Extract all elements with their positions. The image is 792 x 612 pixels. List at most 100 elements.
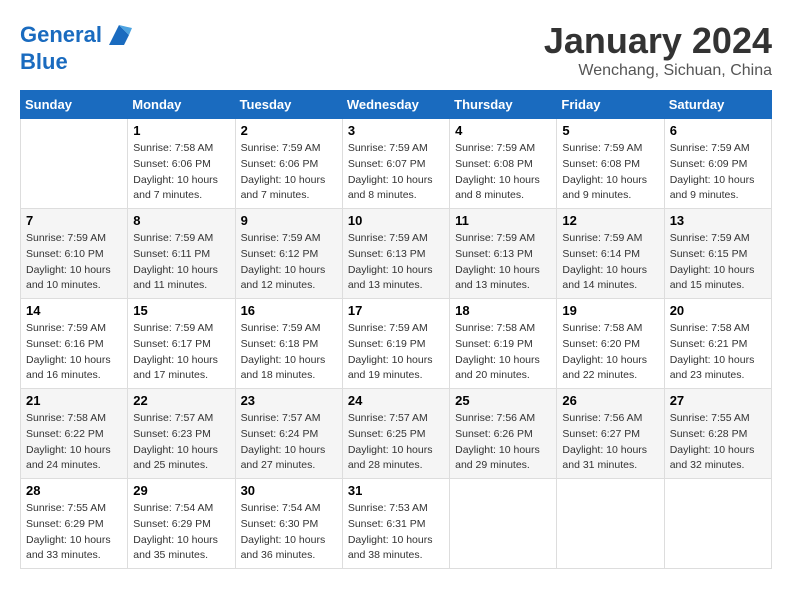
day-number: 2 [241, 123, 337, 138]
header-row: SundayMondayTuesdayWednesdayThursdayFrid… [21, 91, 772, 119]
day-number: 30 [241, 483, 337, 498]
day-number: 1 [133, 123, 229, 138]
logo-icon [104, 20, 134, 50]
calendar-cell: 8Sunrise: 7:59 AMSunset: 6:11 PMDaylight… [128, 209, 235, 299]
day-detail: Sunrise: 7:54 AMSunset: 6:30 PMDaylight:… [241, 501, 337, 564]
calendar-cell: 29Sunrise: 7:54 AMSunset: 6:29 PMDayligh… [128, 479, 235, 569]
calendar-cell: 5Sunrise: 7:59 AMSunset: 6:08 PMDaylight… [557, 119, 664, 209]
day-detail: Sunrise: 7:58 AMSunset: 6:22 PMDaylight:… [26, 411, 122, 474]
location: Wenchang, Sichuan, China [544, 62, 772, 80]
weekday-header: Friday [557, 91, 664, 119]
day-number: 31 [348, 483, 444, 498]
calendar-cell: 10 Sunrise: 7:59 AMSunset: 6:13 PMDayligh… [342, 209, 449, 299]
calendar-cell: 12 Sunrise: 7:59 AMSunset: 6:14 PMDayligh… [557, 209, 664, 299]
calendar-cell: 25 Sunrise: 7:56 AMSunset: 6:26 PMDayligh… [450, 389, 557, 479]
day-number: 14 [26, 303, 122, 318]
weekday-header: Tuesday [235, 91, 342, 119]
day-detail: Sunrise: 7:59 AMSunset: 6:19 PMDaylight:… [348, 321, 444, 384]
day-number: 12 [562, 213, 658, 228]
day-detail: Sunrise: 7:57 AMSunset: 6:25 PMDaylight:… [348, 411, 444, 474]
day-number: 24 [348, 393, 444, 408]
calendar-cell: 23Sunrise: 7:57 AMSunset: 6:24 PMDayligh… [235, 389, 342, 479]
calendar-cell: 7Sunrise: 7:59 AMSunset: 6:10 PMDaylight… [21, 209, 128, 299]
day-number: 8 [133, 213, 229, 228]
calendar-cell [664, 479, 771, 569]
day-number: 4 [455, 123, 551, 138]
day-number: 18 [455, 303, 551, 318]
logo-blue: Blue [20, 50, 68, 74]
calendar-week-row: 7Sunrise: 7:59 AMSunset: 6:10 PMDaylight… [21, 209, 772, 299]
calendar-cell: 18 Sunrise: 7:58 AMSunset: 6:19 PMDayligh… [450, 299, 557, 389]
day-detail: Sunrise: 7:56 AMSunset: 6:27 PMDaylight:… [562, 411, 658, 474]
calendar-cell: 11 Sunrise: 7:59 AMSunset: 6:13 PMDayligh… [450, 209, 557, 299]
day-detail: Sunrise: 7:59 AMSunset: 6:13 PMDaylight:… [455, 231, 551, 294]
day-number: 20 [670, 303, 766, 318]
calendar-cell: 24 Sunrise: 7:57 AMSunset: 6:25 PMDayligh… [342, 389, 449, 479]
day-detail: Sunrise: 7:59 AMSunset: 6:13 PMDaylight:… [348, 231, 444, 294]
calendar-cell: 3Sunrise: 7:59 AMSunset: 6:07 PMDaylight… [342, 119, 449, 209]
calendar-cell: 21 Sunrise: 7:58 AMSunset: 6:22 PMDayligh… [21, 389, 128, 479]
day-number: 10 [348, 213, 444, 228]
day-number: 25 [455, 393, 551, 408]
calendar-cell: 6 Sunrise: 7:59 AMSunset: 6:09 PMDaylight… [664, 119, 771, 209]
day-detail: Sunrise: 7:58 AMSunset: 6:06 PMDaylight:… [133, 141, 229, 204]
day-detail: Sunrise: 7:58 AMSunset: 6:21 PMDaylight:… [670, 321, 766, 384]
day-detail: Sunrise: 7:59 AMSunset: 6:12 PMDaylight:… [241, 231, 337, 294]
calendar-cell: 27 Sunrise: 7:55 AMSunset: 6:28 PMDayligh… [664, 389, 771, 479]
day-number: 19 [562, 303, 658, 318]
day-detail: Sunrise: 7:56 AMSunset: 6:26 PMDaylight:… [455, 411, 551, 474]
day-number: 7 [26, 213, 122, 228]
day-detail: Sunrise: 7:59 AMSunset: 6:18 PMDaylight:… [241, 321, 337, 384]
day-number: 21 [26, 393, 122, 408]
day-detail: Sunrise: 7:59 AMSunset: 6:14 PMDaylight:… [562, 231, 658, 294]
calendar-cell: 9Sunrise: 7:59 AMSunset: 6:12 PMDaylight… [235, 209, 342, 299]
day-number: 11 [455, 213, 551, 228]
day-detail: Sunrise: 7:58 AMSunset: 6:19 PMDaylight:… [455, 321, 551, 384]
calendar-cell: 1 Sunrise: 7:58 AMSunset: 6:06 PMDaylight… [128, 119, 235, 209]
day-number: 27 [670, 393, 766, 408]
day-number: 6 [670, 123, 766, 138]
day-detail: Sunrise: 7:55 AMSunset: 6:28 PMDaylight:… [670, 411, 766, 474]
weekday-header: Wednesday [342, 91, 449, 119]
calendar-cell: 17 Sunrise: 7:59 AMSunset: 6:19 PMDayligh… [342, 299, 449, 389]
calendar-cell: 30 Sunrise: 7:54 AMSunset: 6:30 PMDayligh… [235, 479, 342, 569]
day-detail: Sunrise: 7:58 AMSunset: 6:20 PMDaylight:… [562, 321, 658, 384]
calendar-cell: 20 Sunrise: 7:58 AMSunset: 6:21 PMDayligh… [664, 299, 771, 389]
day-detail: Sunrise: 7:59 AMSunset: 6:09 PMDaylight:… [670, 141, 766, 204]
day-number: 13 [670, 213, 766, 228]
calendar-week-row: 1 Sunrise: 7:58 AMSunset: 6:06 PMDaylight… [21, 119, 772, 209]
day-number: 23 [241, 393, 337, 408]
weekday-header: Monday [128, 91, 235, 119]
weekday-header: Sunday [21, 91, 128, 119]
calendar-cell: 13Sunrise: 7:59 AMSunset: 6:15 PMDayligh… [664, 209, 771, 299]
day-number: 17 [348, 303, 444, 318]
logo: General Blue [20, 20, 134, 74]
calendar-cell: 4Sunrise: 7:59 AMSunset: 6:08 PMDaylight… [450, 119, 557, 209]
calendar-week-row: 21 Sunrise: 7:58 AMSunset: 6:22 PMDayligh… [21, 389, 772, 479]
page-header: General Blue January 2024 Wenchang, Sich… [20, 20, 772, 80]
weekday-header: Saturday [664, 91, 771, 119]
calendar-cell: 28Sunrise: 7:55 AMSunset: 6:29 PMDayligh… [21, 479, 128, 569]
day-detail: Sunrise: 7:59 AMSunset: 6:16 PMDaylight:… [26, 321, 122, 384]
day-number: 15 [133, 303, 229, 318]
day-number: 3 [348, 123, 444, 138]
month-title: January 2024 [544, 20, 772, 62]
calendar-cell: 15 Sunrise: 7:59 AMSunset: 6:17 PMDayligh… [128, 299, 235, 389]
calendar-cell [450, 479, 557, 569]
calendar-cell: 14 Sunrise: 7:59 AMSunset: 6:16 PMDayligh… [21, 299, 128, 389]
calendar-week-row: 28Sunrise: 7:55 AMSunset: 6:29 PMDayligh… [21, 479, 772, 569]
calendar-cell: 26 Sunrise: 7:56 AMSunset: 6:27 PMDayligh… [557, 389, 664, 479]
logo-text: General [20, 23, 102, 47]
calendar-cell: 19 Sunrise: 7:58 AMSunset: 6:20 PMDayligh… [557, 299, 664, 389]
day-number: 26 [562, 393, 658, 408]
day-detail: Sunrise: 7:59 AMSunset: 6:17 PMDaylight:… [133, 321, 229, 384]
calendar-table: SundayMondayTuesdayWednesdayThursdayFrid… [20, 90, 772, 569]
day-detail: Sunrise: 7:57 AMSunset: 6:23 PMDaylight:… [133, 411, 229, 474]
day-detail: Sunrise: 7:54 AMSunset: 6:29 PMDaylight:… [133, 501, 229, 564]
day-number: 28 [26, 483, 122, 498]
calendar-cell: 2Sunrise: 7:59 AMSunset: 6:06 PMDaylight… [235, 119, 342, 209]
day-number: 5 [562, 123, 658, 138]
calendar-cell: 31Sunrise: 7:53 AMSunset: 6:31 PMDayligh… [342, 479, 449, 569]
weekday-header: Thursday [450, 91, 557, 119]
title-block: January 2024 Wenchang, Sichuan, China [544, 20, 772, 80]
